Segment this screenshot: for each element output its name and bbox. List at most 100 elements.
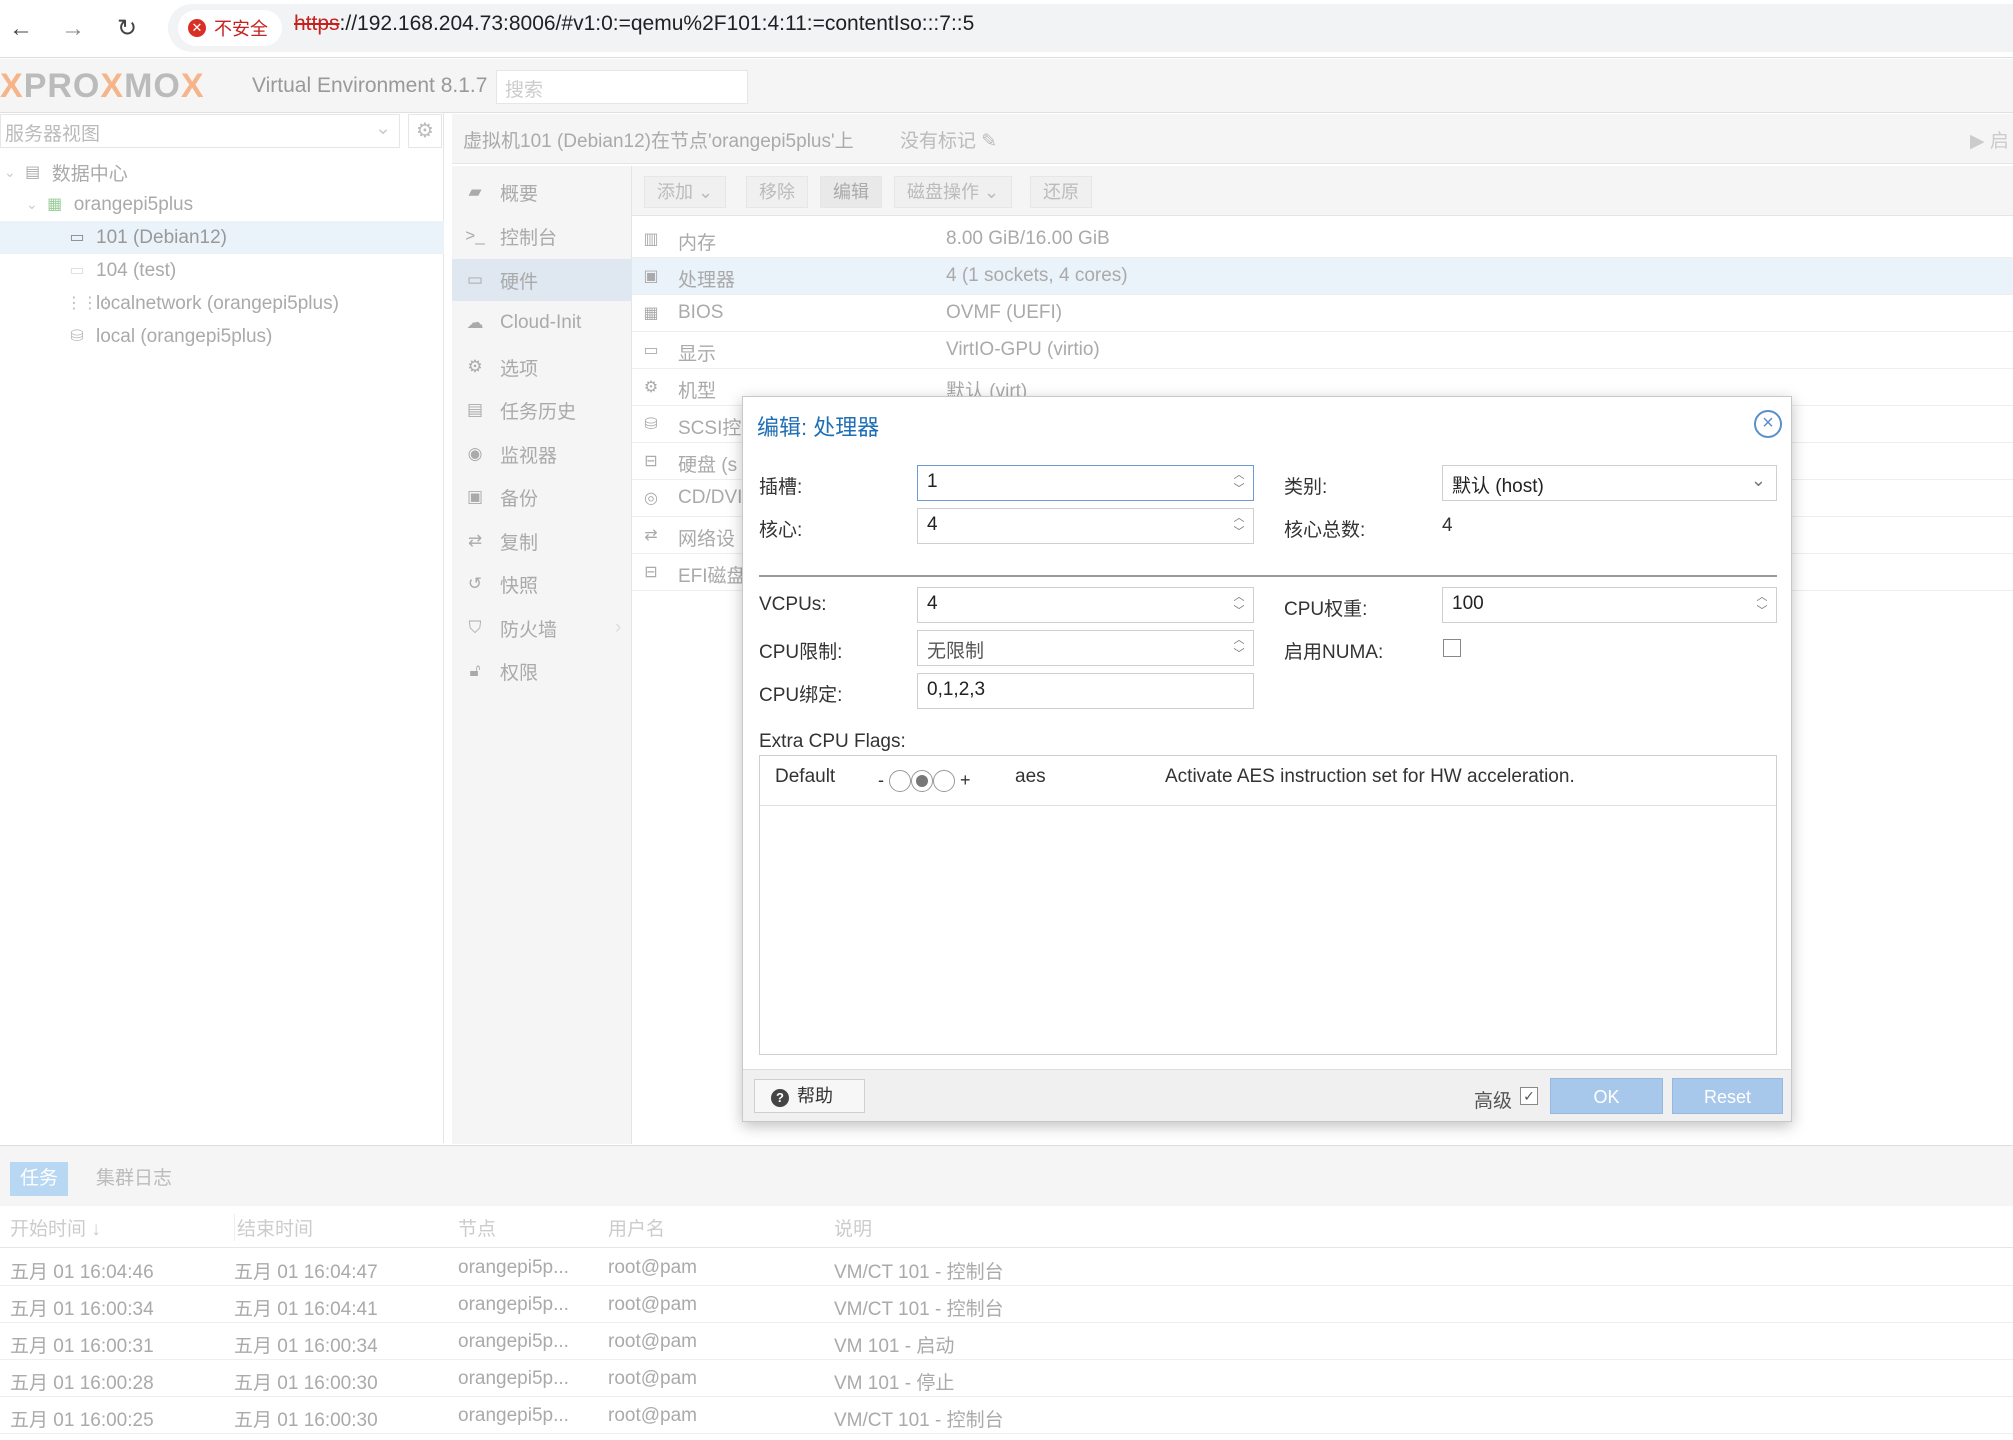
help-button[interactable]: ? 帮助: [754, 1079, 865, 1113]
table-row[interactable]: 五月 01 16:00:34 五月 01 16:04:41 orangepi5p..…: [0, 1286, 2013, 1323]
menu-item-snapshots[interactable]: ↺ 快照: [452, 563, 632, 605]
close-icon[interactable]: ×: [1754, 410, 1782, 438]
gear-icon: ⚙: [467, 357, 483, 376]
flag-on-radio[interactable]: [933, 770, 956, 793]
url-text[interactable]: https://192.168.204.73:8006/#v1:0:=qemu%…: [294, 12, 974, 36]
back-icon[interactable]: ←: [4, 12, 38, 46]
flag-tristate[interactable]: - +: [878, 770, 971, 793]
advanced-separator: [759, 575, 1777, 577]
tags-editor[interactable]: 没有标记 ✎: [900, 126, 997, 153]
ok-button[interactable]: OK: [1550, 1078, 1663, 1114]
vm-icon: ▭: [69, 261, 85, 279]
book-icon: ▰: [468, 182, 482, 201]
view-selector[interactable]: 服务器视图 ⌄: [0, 114, 400, 148]
menu-item-options[interactable]: ⚙ 选项: [452, 346, 632, 388]
hdd-icon: ⊟: [644, 453, 658, 470]
dialog-title: 编辑: 处理器: [757, 415, 880, 440]
flag-default-radio[interactable]: [911, 770, 934, 793]
menu-item-monitor[interactable]: ◉ 监视器: [452, 433, 632, 475]
spinner-icon[interactable]: ︿ ﹀: [1231, 511, 1247, 539]
forward-icon[interactable]: →: [56, 12, 90, 46]
tree-item-storage[interactable]: ⛁ local (orangepi5plus): [0, 320, 444, 353]
flag-state: Default: [775, 766, 836, 787]
search-input[interactable]: 搜索: [496, 70, 748, 104]
sockets-label: 插槽:: [759, 477, 803, 498]
numa-checkbox[interactable]: [1443, 639, 1461, 657]
cpu-type-select[interactable]: 默认 (host) ⌄: [1442, 465, 1777, 501]
cpulimit-input[interactable]: 无限制 ︿ ﹀: [917, 630, 1254, 666]
task-tabs: [0, 1146, 2013, 1206]
sockets-input[interactable]: 1 ︿ ﹀: [917, 465, 1254, 501]
cdrom-icon: ◎: [644, 490, 658, 507]
desktop-icon: ▭: [466, 270, 484, 289]
menu-item-firewall[interactable]: ⛉ 防火墙 ›: [452, 607, 632, 649]
col-description[interactable]: 说明: [834, 1214, 872, 1241]
flag-off-radio[interactable]: [889, 770, 912, 793]
network-icon: ⋮⋮⋮: [66, 294, 114, 312]
datacenter-icon: ▤: [25, 163, 41, 181]
tab-tasks[interactable]: 任务: [10, 1162, 69, 1196]
menu-item-task-history[interactable]: ▤ 任务历史: [452, 389, 632, 431]
menu-item-replication[interactable]: ⇄ 复制: [452, 520, 632, 562]
node-icon: ▦: [47, 195, 63, 213]
vcpus-input[interactable]: 4 ︿ ﹀: [917, 587, 1254, 623]
gears-icon: ⚙: [643, 379, 659, 396]
memory-icon: ▥: [643, 231, 659, 248]
spinner-icon[interactable]: ︿ ﹀: [1231, 468, 1247, 496]
gear-icon[interactable]: ⚙: [408, 114, 442, 148]
revert-button[interactable]: 还原: [1030, 176, 1092, 208]
col-node[interactable]: 节点: [458, 1214, 496, 1241]
shield-icon: ⛉: [468, 618, 482, 637]
hw-row-display[interactable]: ▭ 显示 VirtIO-GPU (virtio): [632, 332, 2013, 369]
menu-item-permissions[interactable]: 🔓︎ 权限: [452, 650, 632, 692]
col-end-time[interactable]: 结束时间: [234, 1214, 313, 1241]
tree-item-node[interactable]: ⌄ ▦ orangepi5plus: [0, 188, 444, 221]
security-indicator[interactable]: ✕ 不安全: [178, 10, 282, 46]
hdd-icon: ⊟: [644, 564, 658, 581]
start-button[interactable]: ▶ 启: [1970, 126, 2009, 153]
reset-button[interactable]: Reset: [1672, 1078, 1783, 1114]
cores-label: 核心:: [759, 520, 803, 541]
database-icon: ⛁: [644, 416, 658, 433]
spinner-icon[interactable]: ︿ ﹀: [1231, 633, 1247, 661]
disk-action-button[interactable]: 磁盘操作 ⌄: [894, 176, 1013, 208]
advanced-checkbox[interactable]: ✓: [1520, 1087, 1538, 1105]
tree-item-vm-104[interactable]: ▭ 104 (test): [0, 254, 444, 287]
table-row[interactable]: 五月 01 16:04:46 五月 01 16:04:47 orangepi5p..…: [0, 1249, 2013, 1286]
col-user[interactable]: 用户名: [608, 1214, 665, 1241]
edit-button[interactable]: 编辑: [820, 176, 882, 208]
hw-row-memory[interactable]: ▥ 内存 8.00 GiB/16.00 GiB: [632, 221, 2013, 258]
table-row[interactable]: 五月 01 16:00:31 五月 01 16:00:34 orangepi5p..…: [0, 1323, 2013, 1360]
version-label: Virtual Environment 8.1.7: [252, 74, 488, 97]
cores-input[interactable]: 4 ︿ ﹀: [917, 508, 1254, 544]
menu-item-console[interactable]: >_ 控制台: [452, 215, 632, 257]
col-start-time[interactable]: 开始时间 ↓: [10, 1214, 101, 1241]
spinner-icon[interactable]: ︿ ﹀: [1231, 590, 1247, 618]
menu-item-backup[interactable]: ▣ 备份: [452, 476, 632, 518]
menu-item-hardware[interactable]: ▭ 硬件: [452, 259, 632, 301]
chevron-down-icon: ⌄: [375, 118, 391, 139]
affinity-input[interactable]: 0,1,2,3: [917, 673, 1254, 709]
table-row[interactable]: 五月 01 16:00:25 五月 01 16:00:30 orangepi5p..…: [0, 1397, 2013, 1434]
hw-row-processor[interactable]: ▣ 处理器 4 (1 sockets, 4 cores): [632, 258, 2013, 295]
reload-icon[interactable]: ↻: [110, 12, 144, 46]
tree-item-network[interactable]: ⋮⋮⋮ localnetwork (orangepi5plus): [0, 287, 444, 320]
hw-row-bios[interactable]: ▦ BIOS OVMF (UEFI): [632, 295, 2013, 332]
remove-button[interactable]: 移除: [746, 176, 808, 208]
add-button[interactable]: 添加 ⌄: [644, 176, 727, 208]
tree-item-vm-101[interactable]: ▭ 101 (Debian12): [0, 221, 444, 254]
cpulimit-label: CPU限制:: [759, 642, 843, 663]
cpu-icon: ▣: [643, 268, 659, 285]
menu-item-summary[interactable]: ▰ 概要: [452, 171, 632, 213]
cpuunits-input[interactable]: 100 ︿ ﹀: [1442, 587, 1777, 623]
flag-description: Activate AES instruction set for HW acce…: [1165, 766, 1575, 787]
menu-item-cloud-init[interactable]: ☁ Cloud-Init: [452, 302, 632, 344]
exchange-icon: ⇄: [644, 527, 658, 544]
page-title: 虚拟机101 (Debian12)在节点'orangepi5plus'上: [463, 131, 854, 152]
vm-running-icon: ▭: [69, 228, 85, 246]
spinner-icon[interactable]: ︿ ﹀: [1754, 590, 1770, 618]
terminal-icon: >_: [465, 226, 485, 245]
tab-cluster-log[interactable]: 集群日志: [86, 1162, 182, 1196]
table-row[interactable]: 五月 01 16:00:28 五月 01 16:00:30 orangepi5p..…: [0, 1360, 2013, 1397]
tree-item-datacenter[interactable]: ⌄ ▤ 数据中心: [0, 156, 444, 189]
